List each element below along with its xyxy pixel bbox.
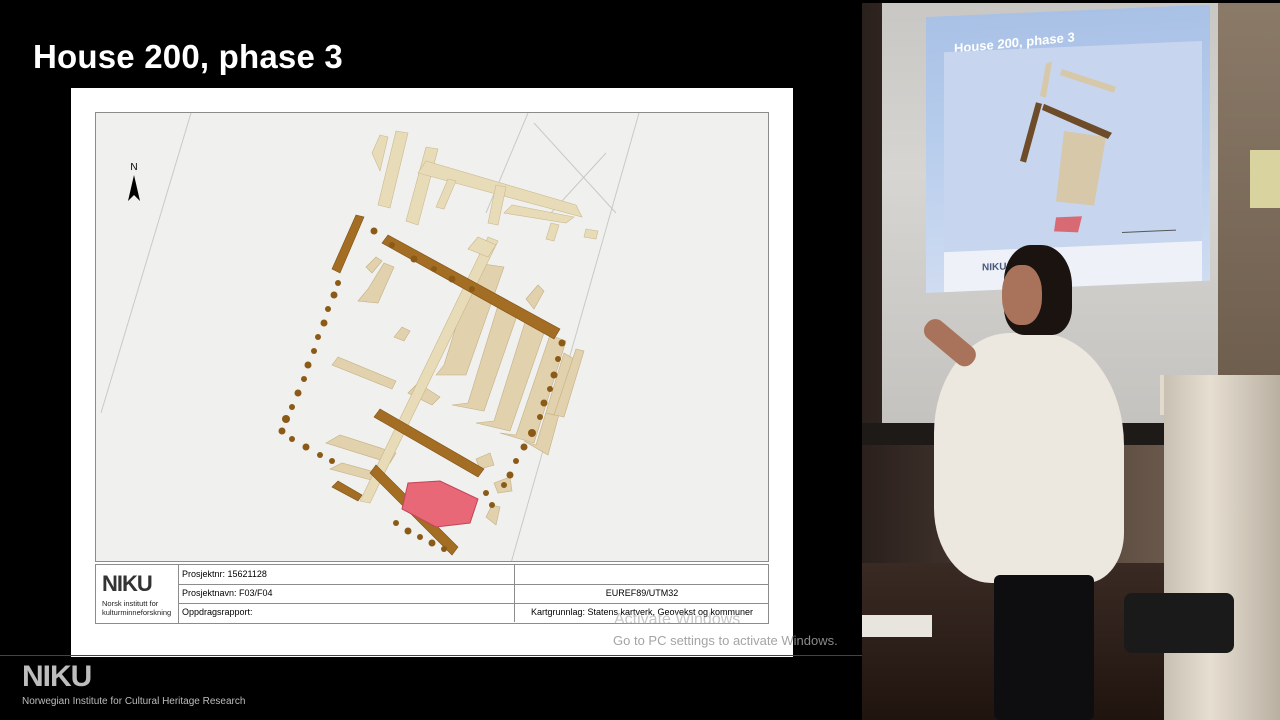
footer-divider (0, 655, 862, 656)
niku-logo: NIKU Norsk institutt for kulturminnefors… (96, 565, 179, 623)
row-right-cell (514, 565, 769, 584)
project-name: Prosjektnavn: F03/F04 (182, 588, 273, 598)
presenter-shirt (934, 333, 1124, 583)
floor-planks (325, 256, 585, 526)
logo-sub-line1: Norsk institutt for (102, 599, 159, 608)
activate-windows-subtitle: Go to PC settings to activate Windows. (613, 633, 838, 648)
plan-drawing (100, 113, 640, 561)
logo-sub-line2: kulturminneforskning (102, 608, 172, 617)
footer-org-name: Norwegian Institute for Cultural Heritag… (22, 696, 246, 707)
stand (862, 615, 932, 637)
presenter-pants (994, 575, 1094, 720)
slide: N 00,751,53m NIKU Norsk institutt for ku… (71, 88, 793, 657)
project-number: Prosjektnr: 15621128 (182, 569, 267, 579)
title-block-row: Prosjektnavn: F03/F04 EUREF89/UTM32 (178, 584, 768, 604)
pillar (1164, 375, 1280, 720)
presenter-video: House 200, phase 3 NIKU (862, 3, 1280, 720)
north-label: N (130, 162, 138, 173)
presenter-face (1002, 265, 1042, 325)
title-block-row: Prosjektnr: 15621128 (178, 565, 768, 585)
chair (1124, 593, 1234, 653)
activate-windows-title: Activate Windows (614, 611, 741, 628)
footer-logo: NIKU (22, 660, 92, 693)
hearth-area (401, 480, 479, 528)
excavation-map: N 00,751,53m (95, 112, 769, 562)
logo-word: NIKU (102, 571, 153, 596)
slide-title: House 200, phase 3 (33, 38, 343, 75)
logo-subtitle: Norsk institutt for kulturminneforskning (102, 599, 182, 617)
north-arrow-icon (128, 175, 140, 201)
report-type: Oppdragsrapport: (182, 607, 253, 617)
coordinate-system: EUREF89/UTM32 (514, 584, 769, 603)
presenter (919, 245, 1134, 720)
northern-posts (371, 130, 599, 242)
north-arrow: N (126, 163, 142, 206)
wall-note (1250, 150, 1280, 208)
